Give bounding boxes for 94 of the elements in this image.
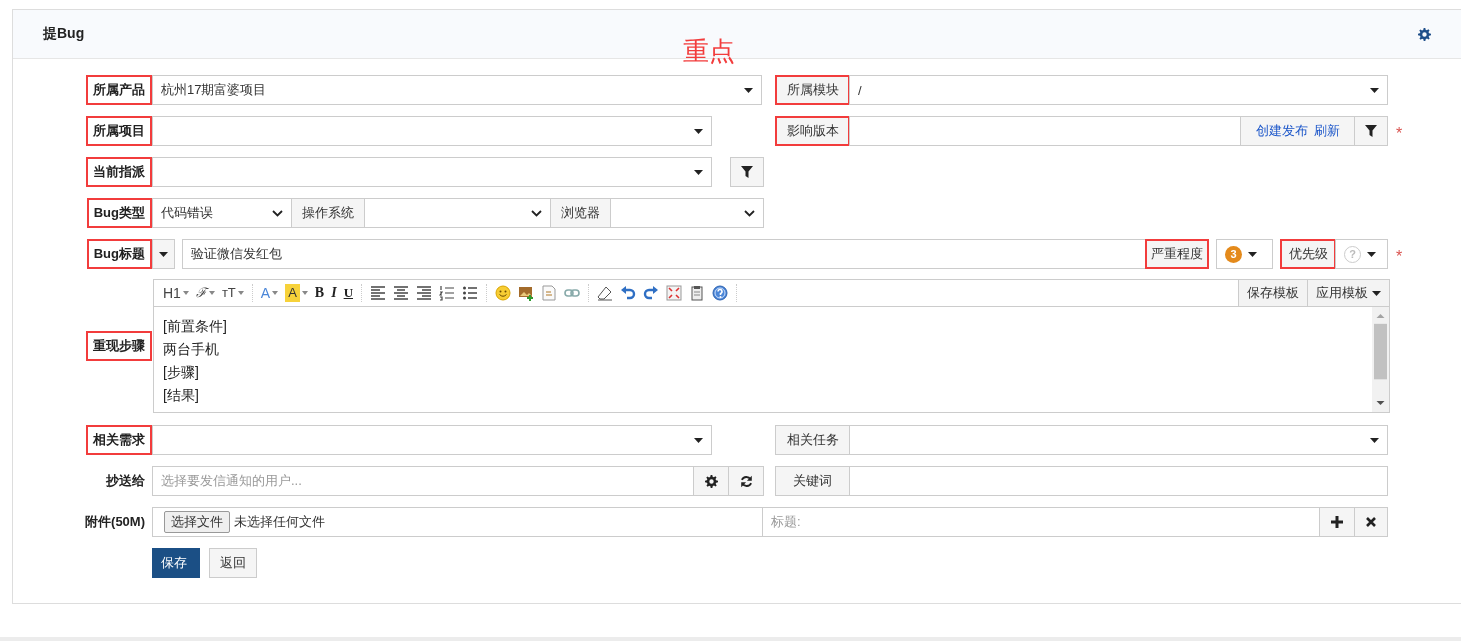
- caret-icon: [1372, 290, 1381, 296]
- field-label: 操作系统: [291, 198, 365, 228]
- color-button[interactable]: A: [260, 284, 279, 302]
- redo-icon[interactable]: [643, 285, 659, 301]
- choose-file-button[interactable]: 选择文件: [164, 511, 230, 533]
- fullscreen-icon[interactable]: [666, 285, 682, 301]
- field-label: 关键词: [775, 466, 850, 496]
- apply-template-button[interactable]: 应用模板: [1307, 280, 1389, 306]
- chevron-icon: [744, 209, 755, 217]
- caret-icon: [182, 291, 189, 295]
- close-icon: [1366, 517, 1376, 527]
- select-field[interactable]: [849, 425, 1388, 455]
- caret-icon: [744, 87, 753, 93]
- field-label: 重现步骤: [86, 331, 152, 361]
- field-label: 附件(50M): [84, 513, 146, 531]
- select-field[interactable]: [152, 116, 712, 146]
- save-button[interactable]: 保存: [152, 548, 200, 578]
- link[interactable]: 刷新: [1313, 122, 1340, 140]
- input-field[interactable]: [849, 116, 1241, 146]
- caret-icon: [1370, 437, 1379, 443]
- remove-button[interactable]: [1354, 507, 1388, 537]
- link[interactable]: 创建发布: [1255, 122, 1308, 140]
- align-right-icon[interactable]: [416, 285, 432, 301]
- annotation-text: 重点: [683, 36, 735, 66]
- caret-icon: [208, 291, 215, 295]
- caret-icon: [694, 169, 703, 175]
- chevron-icon: [272, 209, 283, 217]
- caret-icon: [301, 291, 308, 295]
- select-field[interactable]: 代码错误: [152, 198, 292, 228]
- field-label: 所属模块: [775, 75, 850, 105]
- select-field[interactable]: [364, 198, 551, 228]
- italic-button[interactable]: I: [331, 284, 337, 302]
- page-title: 提Bug: [43, 25, 85, 43]
- bold-button[interactable]: B: [314, 284, 325, 302]
- select-field[interactable]: /: [849, 75, 1388, 105]
- field-label: 相关需求: [86, 425, 152, 455]
- bullet-list-icon[interactable]: [462, 285, 478, 301]
- caret-icon: [1248, 251, 1257, 257]
- save-template-button[interactable]: 保存模板: [1238, 280, 1307, 306]
- select-field[interactable]: [152, 425, 712, 455]
- ordered-list-icon[interactable]: [439, 285, 455, 301]
- refresh-icon: [739, 474, 753, 488]
- field-label: 抄送给: [105, 472, 146, 490]
- caret-icon: [159, 251, 168, 257]
- field-label: Bug标题: [86, 239, 152, 269]
- input-field[interactable]: 验证微信发红包: [182, 239, 1146, 269]
- undo-icon[interactable]: [620, 285, 636, 301]
- caret-icon: [694, 128, 703, 134]
- back-button[interactable]: 返回: [209, 548, 257, 578]
- required-mark: *: [1396, 248, 1403, 266]
- size-button[interactable]: ᴛT: [221, 284, 244, 302]
- field-label: 严重程度: [1145, 239, 1209, 269]
- caret-icon: [1370, 87, 1379, 93]
- font-button[interactable]: ℱ: [195, 284, 215, 302]
- help-icon[interactable]: [712, 285, 728, 301]
- align-left-icon[interactable]: [370, 285, 386, 301]
- select-field[interactable]: 杭州17期富婆项目: [152, 75, 762, 105]
- eraser-icon[interactable]: [597, 285, 613, 301]
- field-label: 相关任务: [775, 425, 850, 455]
- caret-icon: [272, 291, 279, 295]
- editor-field[interactable]: [前置条件] 两台手机 [步骤] [结果]: [153, 307, 1390, 413]
- refresh-button[interactable]: [728, 466, 764, 496]
- plus-icon: [1331, 516, 1343, 528]
- caret-icon: [237, 291, 244, 295]
- select-field[interactable]: [610, 198, 764, 228]
- caret-icon: [694, 437, 703, 443]
- field-label: 影响版本: [775, 116, 850, 146]
- required-mark: *: [1396, 125, 1403, 143]
- chevron-icon: [531, 209, 542, 217]
- image-icon[interactable]: [518, 285, 534, 301]
- settings-button[interactable]: [693, 466, 729, 496]
- field-label: 优先级: [1280, 239, 1336, 269]
- caret-icon: [1367, 251, 1376, 257]
- paste-icon[interactable]: [689, 285, 705, 301]
- field-label: 所属产品: [86, 75, 152, 105]
- settings-icon: [704, 474, 718, 488]
- file-status: 未选择任何文件: [234, 513, 325, 531]
- align-center-icon[interactable]: [393, 285, 409, 301]
- filter-icon: [741, 166, 753, 178]
- emoji-icon[interactable]: [495, 285, 511, 301]
- filter-icon: [1365, 125, 1377, 137]
- add-button[interactable]: [1319, 507, 1355, 537]
- field-label: 所属项目: [86, 116, 152, 146]
- field-label: Bug类型: [86, 198, 152, 228]
- field-label: 浏览器: [550, 198, 611, 228]
- input-field[interactable]: [849, 466, 1388, 496]
- settings-icon: [1418, 27, 1431, 41]
- filter-button[interactable]: [1354, 116, 1388, 146]
- dropdown-button[interactable]: [152, 239, 175, 269]
- field-label: 当前指派: [86, 157, 152, 187]
- filter-button[interactable]: [730, 157, 764, 187]
- underline-button[interactable]: U: [343, 284, 353, 302]
- select-field[interactable]: [152, 157, 712, 187]
- heading-button[interactable]: H1: [163, 284, 189, 302]
